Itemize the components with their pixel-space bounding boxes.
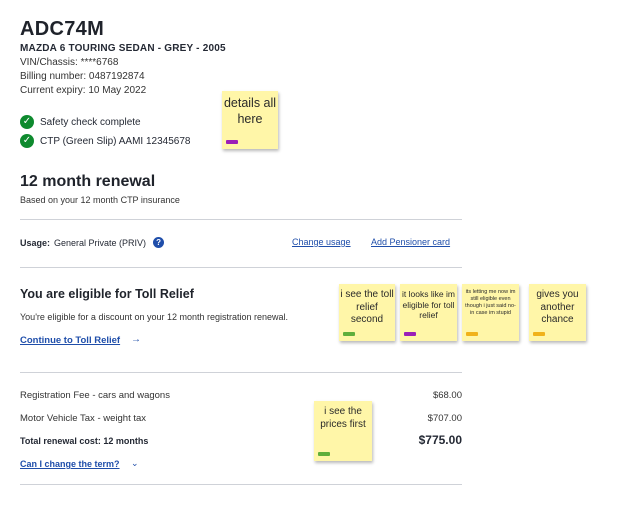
sticky-note-tag: [226, 140, 238, 144]
sticky-note-tag: [404, 332, 416, 336]
arrow-right-icon[interactable]: →: [131, 334, 141, 345]
ctp-status: ✓ CTP (Green Slip) AAMI 12345678: [20, 134, 190, 148]
sticky-note-text: gives you another chance: [536, 289, 579, 325]
divider: [20, 372, 462, 373]
sticky-note: i see the prices first: [314, 401, 372, 461]
divider: [20, 219, 462, 220]
fee-value: $707.00: [427, 413, 462, 424]
toll-relief-text: You're eligible for a discount on your 1…: [20, 312, 289, 322]
fee-label: Motor Vehicle Tax - weight tax: [20, 413, 147, 424]
change-usage-link[interactable]: Change usage: [292, 237, 351, 247]
change-term-link[interactable]: Can I change the term?: [20, 459, 120, 469]
sticky-note-text: i see the prices first: [320, 406, 366, 430]
divider: [20, 484, 462, 485]
vin-text: VIN/Chassis: ****6768: [20, 57, 119, 68]
fee-label: Registration Fee - cars and wagons: [20, 390, 170, 401]
continue-toll-relief-link[interactable]: Continue to Toll Relief: [20, 335, 120, 346]
vehicle-description: MAZDA 6 TOURING SEDAN - GREY - 2005: [20, 43, 226, 54]
ctp-label: CTP (Green Slip) AAMI 12345678: [40, 135, 191, 147]
sticky-note-tag: [466, 332, 478, 336]
check-circle-icon: ✓: [20, 115, 34, 129]
sticky-note-text: i see the toll relief second: [340, 289, 394, 325]
sticky-note-text: details all here: [223, 96, 277, 126]
registration-plate: ADC74M: [20, 18, 105, 40]
usage-value: General Private (PRIV): [54, 237, 147, 248]
divider: [20, 267, 462, 268]
fee-value: $68.00: [432, 390, 462, 401]
usage-row: Usage: General Private (PRIV) ?: [20, 237, 165, 248]
sticky-note-tag: [318, 452, 330, 456]
sticky-note-text: its letting me now im still eligible eve…: [465, 289, 516, 316]
total-value: $775.00: [418, 433, 462, 447]
safety-check-status: ✓ Safety check complete: [20, 115, 141, 129]
sticky-note: it looks like im eligible for toll relie…: [400, 284, 457, 341]
sticky-note: its letting me now im still eligible eve…: [462, 284, 519, 341]
toll-relief-title: You are eligible for Toll Relief: [20, 287, 194, 301]
chevron-down-icon[interactable]: ⌄: [131, 458, 139, 469]
total-label: Total renewal cost: 12 months: [20, 436, 149, 446]
safety-check-label: Safety check complete: [40, 116, 141, 128]
add-pensioner-card-link[interactable]: Add Pensioner card: [371, 237, 450, 247]
current-expiry: Current expiry: 10 May 2022: [20, 85, 147, 96]
sticky-note: gives you another chance: [529, 284, 586, 341]
sticky-note-tag: [343, 332, 355, 336]
sticky-note-tag: [533, 332, 545, 336]
renewal-subtitle: Based on your 12 month CTP insurance: [20, 195, 180, 205]
sticky-note: details all here: [222, 91, 278, 149]
sticky-note-text: it looks like im eligible for toll relie…: [402, 289, 455, 321]
renewal-title: 12 month renewal: [20, 173, 156, 190]
help-icon[interactable]: ?: [153, 237, 165, 248]
usage-label: Usage:: [20, 237, 51, 248]
check-circle-icon: ✓: [20, 134, 34, 148]
billing-number: Billing number: 0487192874: [20, 71, 145, 82]
sticky-note: i see the toll relief second: [339, 284, 395, 341]
